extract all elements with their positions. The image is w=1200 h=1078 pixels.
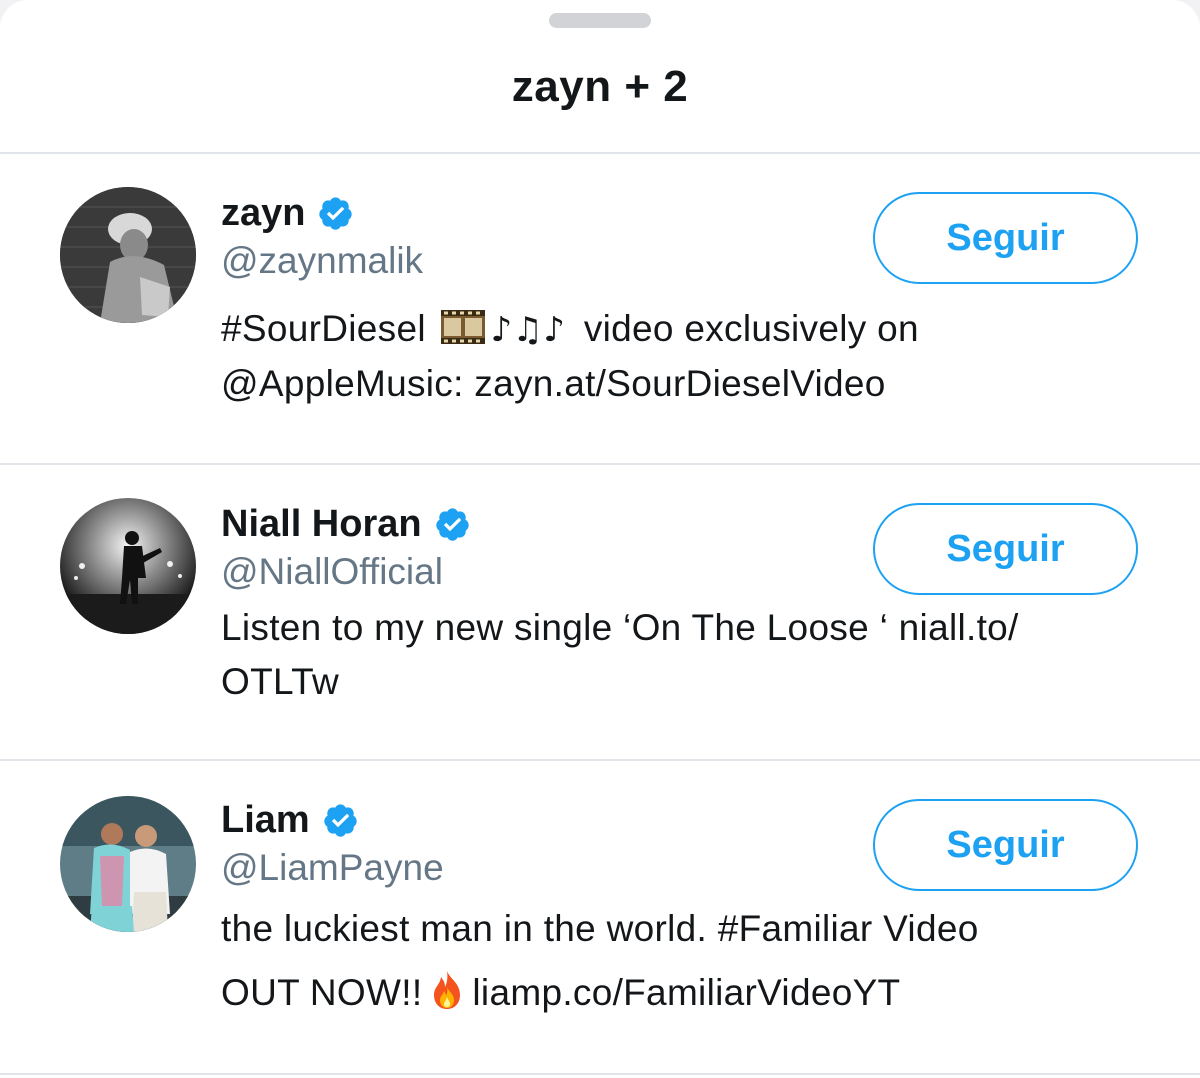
user-name: Niall Horan <box>221 503 422 545</box>
hashtag-link[interactable]: #SourDiesel <box>221 308 426 349</box>
bio-line-1: #SourDiesel ♪♫♪ video exclusively on <box>221 302 1161 357</box>
avatar[interactable] <box>60 498 196 634</box>
sheet-title: zayn + 2 <box>511 62 689 111</box>
bottom-sheet: zayn + 2 zayn @zaynmalik #SourDiesel ♪♫♪… <box>0 0 1200 1078</box>
divider <box>0 1073 1200 1075</box>
user-name-line: Niall Horan <box>221 503 471 546</box>
user-name: Liam <box>221 799 310 841</box>
user-handle[interactable]: @zaynmalik <box>221 240 423 282</box>
follow-button[interactable]: Seguir <box>873 799 1138 891</box>
film-frames-icon <box>441 310 486 344</box>
bio-line-2[interactable]: OTLTw <box>221 655 1161 709</box>
sheet-grabber-handle[interactable] <box>549 13 651 28</box>
verified-badge-icon <box>435 508 469 541</box>
bio-link[interactable]: liamp.co/FamiliarVideoYT <box>472 972 900 1013</box>
user-bio: #SourDiesel ♪♫♪ video exclusively on @Ap… <box>221 302 1161 411</box>
bio-line-1: Listen to my new single ‘On The Loose ‘ … <box>221 607 1019 648</box>
follow-button[interactable]: Seguir <box>873 503 1138 595</box>
user-handle[interactable]: @NiallOfficial <box>221 551 443 593</box>
fire-icon <box>434 971 461 1009</box>
user-bio: Listen to my new single ‘On The Loose ‘ … <box>221 601 1161 709</box>
avatar[interactable] <box>60 187 196 323</box>
user-row-niall[interactable]: Niall Horan @NiallOfficial Listen to my … <box>0 465 1200 760</box>
user-name: zayn <box>221 192 306 234</box>
bio-text: OUT NOW!! <box>221 972 423 1013</box>
user-name-line: zayn <box>221 192 354 235</box>
bio-line-2: OUT NOW!! liamp.co/FamiliarVideoYT <box>221 961 1161 1025</box>
avatar[interactable] <box>60 796 196 932</box>
bio-line-1: the luckiest man in the world. #Familiar… <box>221 908 979 949</box>
user-row-liam[interactable]: Liam @LiamPayne the luckiest man in the … <box>0 761 1200 1073</box>
user-handle[interactable]: @LiamPayne <box>221 847 444 889</box>
user-row-zayn[interactable]: zayn @zaynmalik #SourDiesel ♪♫♪ video ex… <box>0 154 1200 464</box>
bio-text: video exclusively on <box>583 308 919 349</box>
user-name-line: Liam <box>221 799 359 842</box>
follow-button[interactable]: Seguir <box>873 192 1138 284</box>
bio-line-2[interactable]: @AppleMusic: zayn.at/SourDieselVideo <box>221 357 1161 411</box>
verified-badge-icon <box>324 804 357 837</box>
verified-badge-icon <box>319 197 353 230</box>
musical-notes-icon: ♪♫♪ <box>490 310 566 350</box>
user-bio: the luckiest man in the world. #Familiar… <box>221 897 1161 1025</box>
